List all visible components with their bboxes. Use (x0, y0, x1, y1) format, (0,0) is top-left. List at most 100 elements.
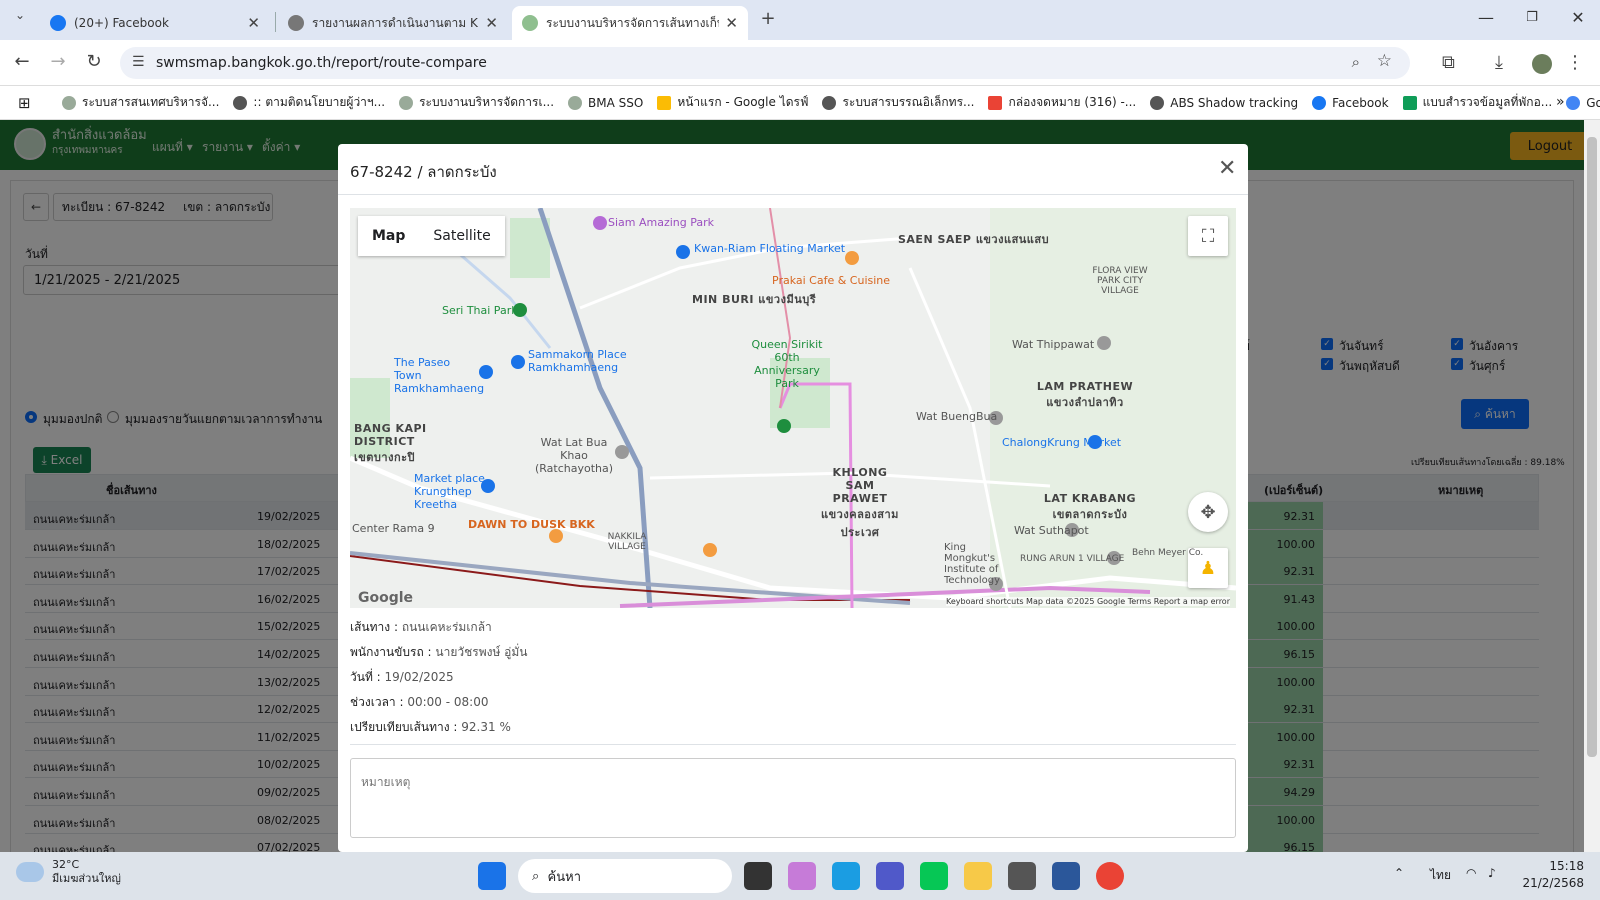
fullscreen-icon[interactable]: ⛶ (1188, 216, 1228, 256)
bookmark-item[interactable]: หน้าแรก - Google ไดรฟ์ (657, 93, 808, 112)
weather-text: มีเมฆส่วนใหญ่ (52, 872, 121, 885)
map-type-toggle[interactable]: Map Satellite (358, 216, 505, 256)
tab-title: (20+) Facebook (74, 16, 169, 30)
time-label: ช่วงเวลา : (350, 695, 408, 709)
map-attribution[interactable]: Keyboard shortcuts Map data ©2025 Google… (946, 597, 1230, 606)
chrome-icon[interactable] (1096, 862, 1124, 890)
bookmark-star-icon[interactable]: ☆ (1377, 51, 1392, 71)
bookmark-item[interactable]: BMA SSO (568, 95, 644, 110)
map-tab[interactable]: Map (358, 228, 419, 244)
scrollbar-thumb[interactable] (1587, 137, 1597, 757)
map-label: Siam Amazing Park (608, 216, 715, 229)
task-view-icon[interactable] (744, 862, 772, 890)
time-detail: ช่วงเวลา : 00:00 - 08:00 (350, 693, 488, 712)
minimize-icon[interactable]: — (1474, 8, 1498, 27)
bookmark-label: หน้าแรก - Google ไดรฟ์ (677, 95, 809, 109)
file-explorer-icon[interactable] (964, 862, 992, 890)
bookmark-item[interactable]: ระบบสารสนเทศบริหารจั... (62, 93, 219, 112)
extensions-icon[interactable]: ⧉ (1442, 52, 1455, 73)
compare-value: 92.31 % (461, 720, 511, 734)
restore-icon[interactable]: ❐ (1520, 10, 1544, 25)
map-label: Wat Lat Bua Khao (Ratchayotha) (534, 436, 614, 475)
close-tab-icon[interactable]: ✕ (485, 14, 498, 32)
map-label: Behn Meyer Co. (1132, 548, 1204, 558)
close-tab-icon[interactable]: ✕ (247, 14, 260, 32)
windows-taskbar: 32°C มีเมฆส่วนใหญ่ ⌕ ค้นหา ⌃ ไทย ◠ ♪ 15:1… (0, 852, 1600, 900)
map-label: Market place Krungthep Kreetha (414, 472, 485, 511)
date-label: วันที่ : (350, 670, 385, 684)
tab-search-icon[interactable]: ⌄ (8, 8, 32, 22)
edge-icon[interactable] (832, 862, 860, 890)
input-language[interactable]: ไทย (1430, 866, 1451, 885)
profile-avatar[interactable] (1532, 54, 1552, 74)
map-label: RUNG ARUN 1 VILLAGE (1020, 554, 1125, 564)
download-icon[interactable]: ⤓ (1495, 52, 1503, 73)
word-icon[interactable] (1052, 862, 1080, 890)
weather-widget[interactable]: 32°C มีเมฆส่วนใหญ่ (16, 858, 121, 886)
volume-icon[interactable]: ♪ (1488, 866, 1496, 880)
satellite-tab[interactable]: Satellite (419, 228, 504, 244)
bookmark-label: Google (1586, 95, 1600, 110)
site-logo-icon (522, 15, 538, 31)
map-label: Wat Suthapot (1014, 524, 1089, 537)
facebook-icon (1312, 95, 1327, 110)
system-clock[interactable]: 15:18 21/2/2568 (1500, 858, 1584, 892)
compare-detail: เปรียบเทียบเส้นทาง : 92.31 % (350, 718, 511, 737)
tab-krs-report[interactable]: รายงานผลการดำเนินงานตาม KRs ✕ (278, 6, 508, 40)
google-drive-icon (657, 95, 672, 110)
tray-expand-icon[interactable]: ⌃ (1394, 866, 1404, 880)
calculator-icon[interactable] (1008, 862, 1036, 890)
map-label: LAT KRABANG เขตลาดกระบัง (1043, 492, 1137, 521)
bookmark-icon (62, 95, 76, 110)
wifi-icon[interactable]: ◠ (1466, 866, 1476, 880)
forward-icon[interactable]: → (46, 51, 70, 72)
url-bar[interactable]: ☰ swmsmap.bangkok.go.th/report/route-com… (120, 47, 1410, 79)
modal-title: 67-8242 / ลาดกระบัง (350, 163, 497, 181)
more-bookmarks-icon[interactable]: » (1556, 94, 1565, 110)
temperature: 32°C (52, 858, 80, 871)
driver-detail: พนักงานขับรถ : นายวัชรพงษ์ อู่มั่น (350, 643, 528, 662)
teams-icon[interactable] (876, 862, 904, 890)
taskbar-search[interactable]: ⌕ ค้นหา (518, 859, 732, 893)
address-toolbar: ← → ↻ ☰ swmsmap.bangkok.go.th/report/rou… (0, 40, 1600, 86)
line-icon[interactable] (920, 862, 948, 890)
map-label: Center Rama 9 (352, 522, 435, 535)
note-textarea[interactable]: หมายเหตุ (350, 758, 1236, 838)
bookmark-label: กล่องจดหมาย (316) -... (1008, 95, 1137, 109)
bookmark-label: ระบบสารบรรณอิเล็กทร... (842, 95, 975, 109)
start-icon[interactable] (478, 862, 506, 890)
close-tab-icon[interactable]: ✕ (725, 14, 738, 32)
route-map[interactable]: Map Satellite ⛶ ✥ ♟ Siam Amazing Park Kw… (350, 208, 1236, 608)
tab-facebook[interactable]: (20+) Facebook ✕ (40, 6, 270, 40)
bookmark-item[interactable]: ระบบงานบริหารจัดการเ... (399, 93, 554, 112)
map-label: The Paseo Town Ramkhamhaeng (394, 356, 485, 395)
reload-icon[interactable]: ↻ (82, 51, 106, 72)
bookmark-item[interactable]: Google (1566, 95, 1600, 110)
map-label: Wat Thippawat (1012, 338, 1095, 351)
bookmark-item[interactable]: ระบบสารบรรณอิเล็กทร... (822, 93, 974, 112)
new-tab-icon[interactable]: + (756, 8, 780, 29)
site-info-icon[interactable]: ☰ (132, 54, 145, 70)
copilot-icon[interactable] (788, 862, 816, 890)
apps-grid-icon[interactable]: ⊞ (18, 94, 31, 112)
back-icon[interactable]: ← (10, 51, 34, 72)
map-label: King Mongkut's Institute of Technology (944, 542, 1001, 586)
map-label: Queen Sirikit 60th Anniversary Park (751, 338, 823, 390)
bookmark-label: BMA SSO (588, 95, 644, 110)
time-value: 00:00 - 08:00 (407, 695, 489, 709)
zoom-icon[interactable]: ⌕ (1352, 53, 1360, 71)
browser-menu-icon[interactable]: ⋮ (1566, 52, 1584, 73)
bookmark-item[interactable]: แบบสำรวจข้อมูลที่พักอ... (1402, 93, 1552, 112)
map-pan-icon[interactable]: ✥ (1188, 492, 1228, 532)
window-close-icon[interactable]: ✕ (1566, 8, 1590, 27)
bookmark-item[interactable]: :: ตามติดนโยบายผู้ว่าฯ... (233, 93, 385, 112)
tab-route-system[interactable]: ระบบงานบริหารจัดการเส้นทางเก็บขน ✕ (512, 6, 748, 40)
bookmark-item[interactable]: กล่องจดหมาย (316) -... (988, 93, 1136, 112)
modal-close-icon[interactable]: ✕ (1218, 156, 1236, 181)
bookmark-item[interactable]: Facebook (1312, 95, 1389, 110)
globe-icon (288, 15, 304, 31)
clock-time: 15:18 (1549, 859, 1584, 873)
map-label: KHLONG SAM PRAWET แขวงคลองสามประเวศ (821, 466, 899, 539)
bookmarks-bar: ⊞ ระบบสารสนเทศบริหารจั... :: ตามติดนโยบา… (0, 86, 1600, 120)
bookmark-item[interactable]: ABS Shadow tracking (1150, 95, 1298, 110)
